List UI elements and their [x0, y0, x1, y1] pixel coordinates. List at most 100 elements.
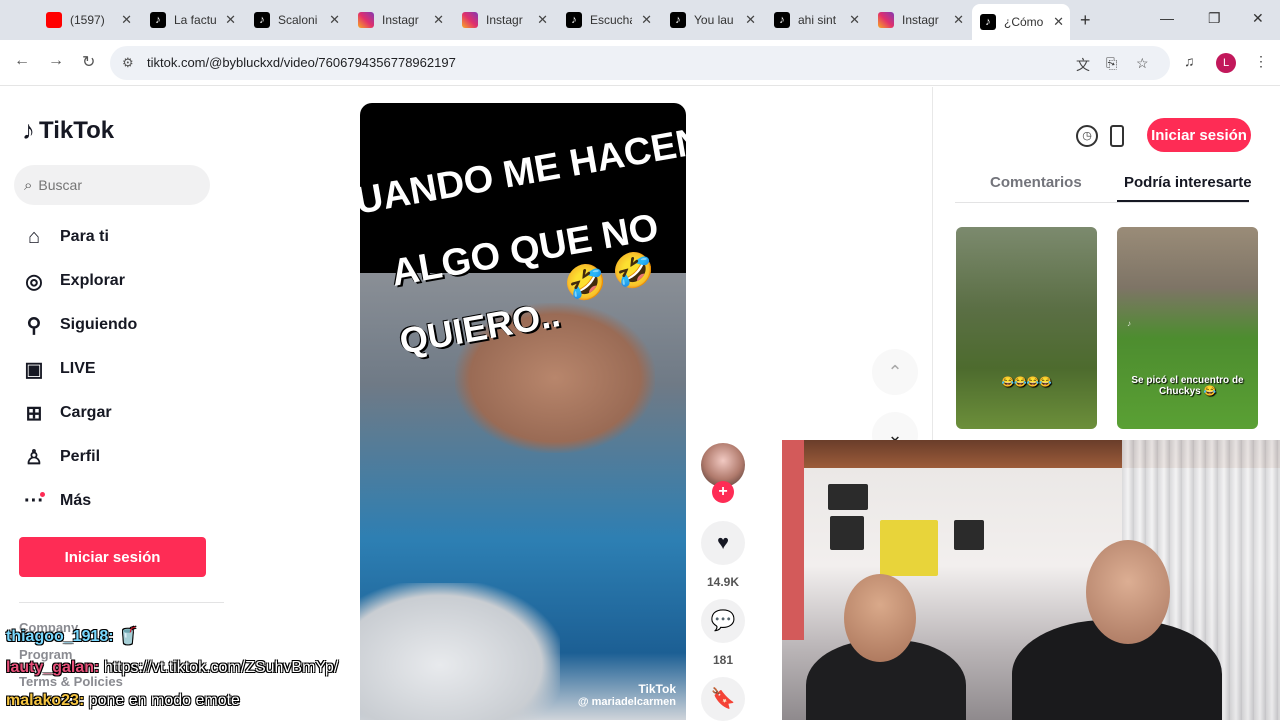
search-input[interactable] — [38, 177, 189, 193]
tab-comentarios[interactable]: Comentarios — [990, 174, 1082, 191]
chat-user: malako23: — [6, 692, 85, 709]
url-text[interactable]: tiktok.com/@bybluckxd/video/760679435677… — [147, 55, 456, 70]
profile-avatar[interactable]: L — [1216, 53, 1236, 73]
tiktok-logo[interactable]: ♪ TikTok — [22, 115, 114, 146]
browser-tab[interactable]: Instagr ✕ — [350, 6, 450, 34]
login-button-top[interactable]: Iniciar sesión — [1147, 118, 1251, 152]
webcam-wall — [782, 440, 804, 640]
comment-icon[interactable]: 💬 — [701, 599, 745, 643]
tiktok-watermark: TikTok @ mariadelcarmen — [577, 682, 676, 708]
video-foreground — [360, 583, 560, 720]
nav-item-explorar[interactable]: ◎ Explorar — [20, 266, 125, 296]
webcam-poster — [830, 516, 864, 550]
device-icon[interactable] — [1110, 125, 1124, 147]
nav-item-para-ti[interactable]: ⌂ Para ti — [20, 222, 109, 252]
browser-tab[interactable]: ♪ Escucha ✕ — [558, 6, 658, 34]
upload-icon: ⊞ — [25, 402, 43, 425]
following-icon: ⚲ — [26, 314, 42, 337]
login-button[interactable]: Iniciar sesión — [19, 537, 206, 577]
close-tab-icon[interactable]: ✕ — [1053, 14, 1064, 30]
suggested-video-thumb[interactable]: 😂😂😂😂 — [956, 227, 1097, 429]
webcam-poster — [828, 484, 868, 510]
tiktok-note-icon: ♪ — [22, 115, 35, 145]
suggested-video-thumb[interactable]: ♪ Se picó el encuentro de Chuckys 😂 — [1117, 227, 1258, 429]
video-caption-line: UANDO ME HACEN — [360, 120, 686, 223]
tiktok-icon: ♪ — [254, 12, 270, 28]
nav-item-mas[interactable]: ··· Más — [20, 486, 91, 516]
like-heart-icon[interactable]: ♥ — [701, 521, 745, 565]
browser-tab[interactable]: Instagr ✕ — [454, 6, 554, 34]
tiktok-icon: ♪ — [566, 12, 582, 28]
webcam-overlay — [782, 440, 1280, 720]
laughing-emoji-icon: 🤣 — [564, 264, 607, 302]
nav-item-live[interactable]: ▣ LIVE — [20, 354, 96, 384]
close-tab-icon[interactable]: ✕ — [121, 12, 132, 28]
bookmark-icon[interactable]: 🔖 — [701, 677, 745, 721]
close-tab-icon[interactable]: ✕ — [641, 12, 652, 28]
back-icon[interactable]: ← — [14, 52, 30, 70]
tiktok-icon: ♪ — [670, 12, 686, 28]
chat-message: thiagoo_1918: 🥤 — [6, 628, 138, 645]
close-tab-icon[interactable]: ✕ — [225, 12, 236, 28]
close-tab-icon[interactable]: ✕ — [329, 12, 340, 28]
reload-icon[interactable]: ↻ — [82, 52, 95, 72]
close-tab-icon[interactable]: ✕ — [953, 12, 964, 28]
omnibox[interactable]: ⚙ tiktok.com/@bybluckxd/video/7606794356… — [110, 46, 1170, 80]
media-control-icon[interactable]: ♫ — [1184, 53, 1195, 69]
tiktok-icon: ♪ — [150, 12, 166, 28]
notification-dot — [40, 492, 45, 497]
chat-message: malako23: pone en modo emote — [6, 692, 240, 709]
close-window-icon[interactable]: ✕ — [1252, 10, 1264, 27]
webcam-poster — [954, 520, 984, 550]
previous-video-chevron-icon[interactable]: ⌃ — [872, 349, 918, 395]
browser-tab[interactable]: (1597) ✕ — [38, 6, 138, 34]
tab-podria-interesarte[interactable]: Podría interesarte — [1124, 174, 1252, 191]
chat-user: lauty_galan: — [6, 659, 100, 676]
tiktok-icon: ♪ — [774, 12, 790, 28]
chat-user: thiagoo_1918: — [6, 628, 114, 645]
like-count: 14.9K — [706, 575, 740, 589]
address-bar: ← → ↻ ⚙ tiktok.com/@bybluckxd/video/7606… — [0, 40, 1280, 86]
close-tab-icon[interactable]: ✕ — [849, 12, 860, 28]
forward-icon[interactable]: → — [48, 52, 64, 70]
video-player[interactable]: UANDO ME HACEN ALGO QUE NO QUIERO.. 🤣 🤣 … — [360, 103, 686, 720]
browser-tab-bar: (1597) ✕ ♪ La factu ✕ ♪ Scaloni ✕ Instagr ✕ In… — [0, 0, 1280, 40]
close-tab-icon[interactable]: ✕ — [745, 12, 756, 28]
browser-tab[interactable]: ♪ La factu ✕ — [142, 6, 242, 34]
site-info-icon[interactable]: ⚙ — [122, 55, 134, 71]
close-tab-icon[interactable]: ✕ — [433, 12, 444, 28]
tab-divider — [955, 202, 1249, 203]
instagram-icon — [358, 12, 374, 28]
follow-plus-icon[interactable]: + — [712, 481, 734, 503]
menu-kebab-icon[interactable]: ⋮ — [1254, 53, 1268, 70]
restore-icon[interactable]: ❐ — [1208, 10, 1221, 27]
search-icon: ⌕ — [24, 176, 33, 194]
tiktok-icon: ♪ — [980, 14, 996, 30]
comment-count: 181 — [712, 653, 734, 667]
youtube-icon — [46, 12, 62, 28]
new-tab-icon[interactable]: + — [1080, 10, 1091, 31]
close-tab-icon[interactable]: ✕ — [537, 12, 548, 28]
search-box[interactable]: ⌕ — [14, 165, 210, 205]
bookmark-star-icon[interactable]: ☆ — [1136, 55, 1149, 72]
compass-icon[interactable]: ◷ — [1076, 125, 1098, 147]
tiktok-watermark: ♪ — [1127, 319, 1131, 328]
tab-active-underline — [1117, 200, 1249, 202]
chat-message: lauty_galan: https://vt.tiktok.com/ZSuhv… — [6, 659, 339, 676]
translate-icon[interactable]: 文 — [1076, 55, 1090, 75]
laughing-emoji-icon: 🤣 — [612, 252, 655, 290]
install-app-icon[interactable]: ⎘ — [1106, 55, 1117, 72]
browser-tab-active[interactable]: ♪ ¿Cómo ✕ — [972, 4, 1070, 40]
browser-tab[interactable]: ♪ You lau ✕ — [662, 6, 762, 34]
nav-item-perfil[interactable]: ♙ Perfil — [20, 442, 100, 472]
minimize-icon[interactable]: — — [1160, 10, 1174, 26]
profile-icon: ♙ — [25, 446, 43, 469]
browser-tab[interactable]: ♪ Scaloni ✕ — [246, 6, 346, 34]
live-icon: ▣ — [24, 358, 44, 381]
nav-item-siguiendo[interactable]: ⚲ Siguiendo — [20, 310, 138, 340]
browser-tab[interactable]: ♪ ahi sint ✕ — [766, 6, 866, 34]
webcam-person-head — [1086, 540, 1170, 644]
nav-item-cargar[interactable]: ⊞ Cargar — [20, 398, 112, 428]
browser-tab[interactable]: Instagr ✕ — [870, 6, 970, 34]
webcam-poster — [880, 520, 938, 576]
